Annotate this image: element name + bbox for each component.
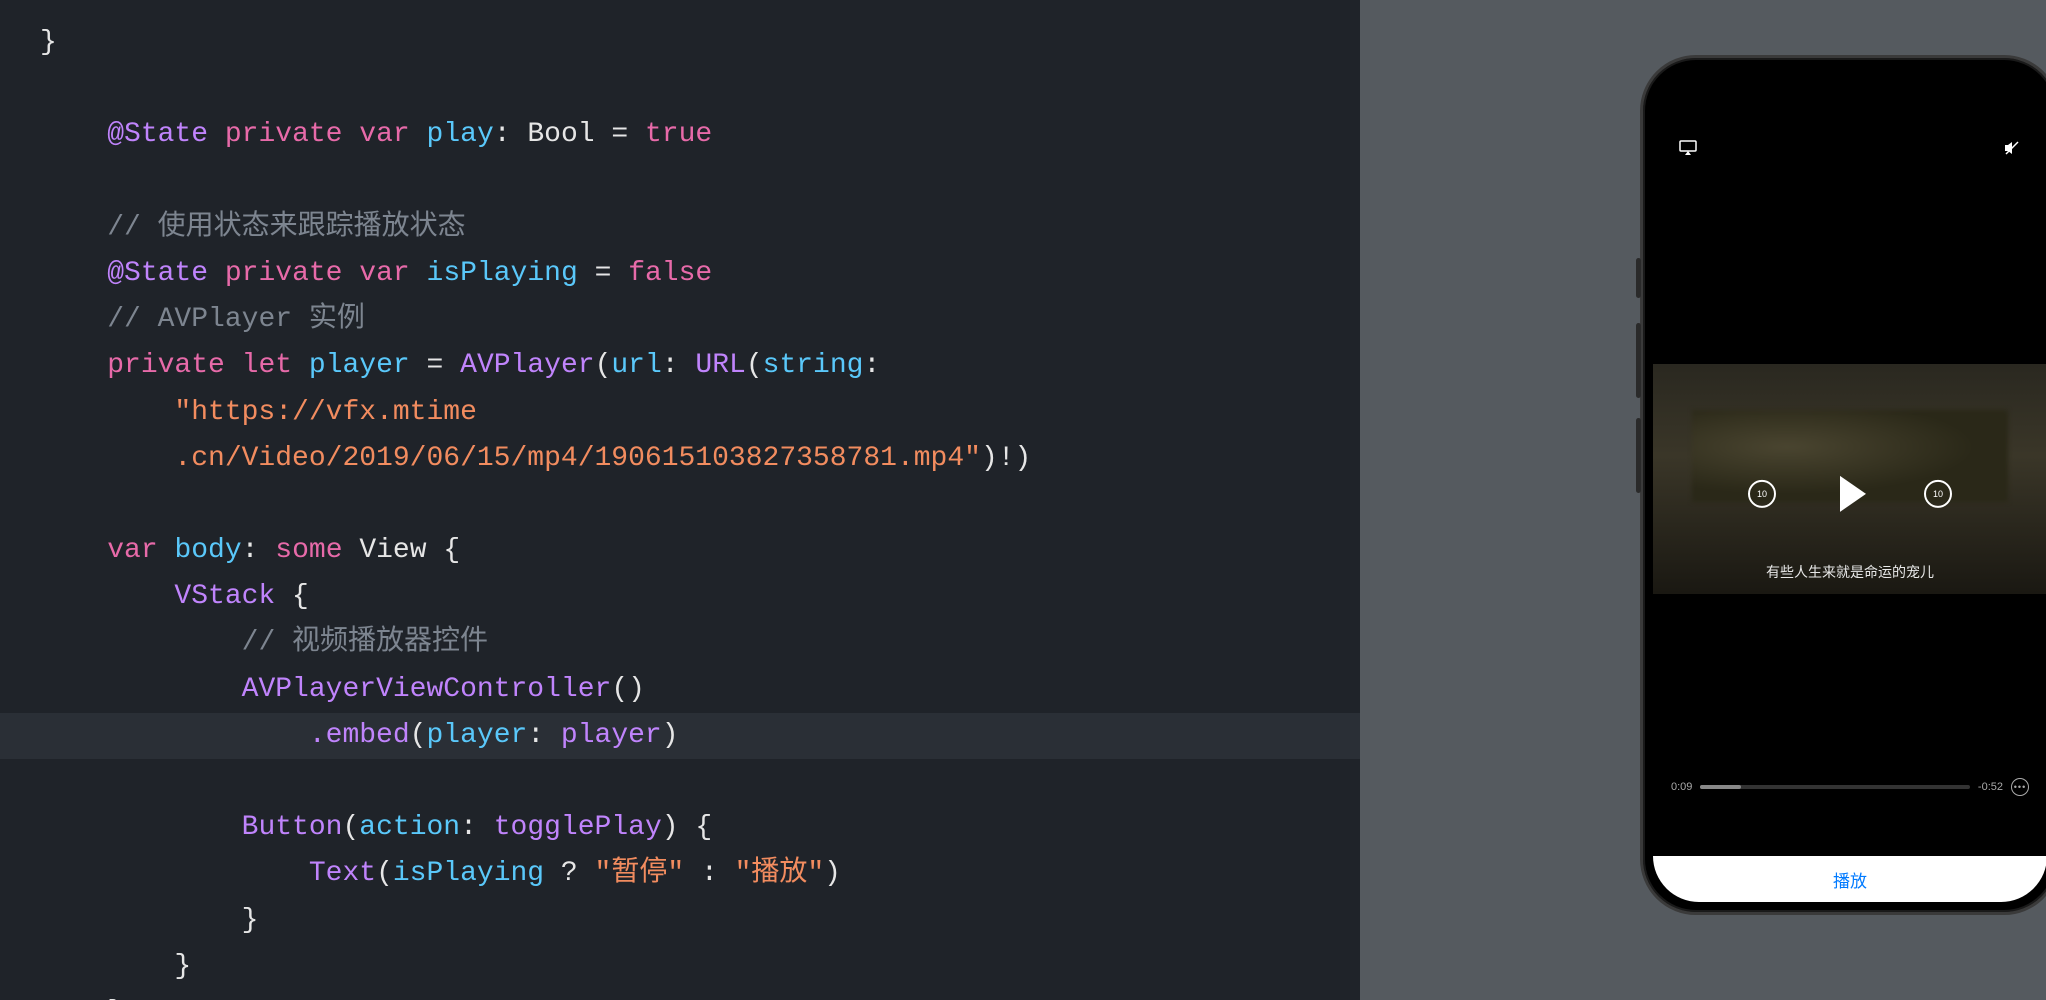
keyword-some: some bbox=[275, 535, 342, 566]
highlighted-line: .embed(player: player) bbox=[0, 713, 1360, 759]
arg-player: player bbox=[561, 720, 662, 751]
code-editor[interactable]: } @State private var play: Bool = true /… bbox=[0, 0, 1360, 1000]
volume-down-button bbox=[1636, 418, 1641, 493]
bool-false: false bbox=[628, 258, 712, 289]
phone-screen: 有些人生来就是命运的宠儿 10 10 0:09 -0:52 ••• 播放 bbox=[1653, 68, 2046, 902]
var-body: body bbox=[174, 535, 241, 566]
var-isplaying-ref: isPlaying bbox=[393, 858, 544, 889]
play-button[interactable] bbox=[1840, 475, 1866, 511]
comment: // 使用状态来跟踪播放状态 bbox=[107, 212, 465, 243]
call-url: URL bbox=[695, 350, 745, 381]
phone-mockup: 有些人生来就是命运的宠儿 10 10 0:09 -0:52 ••• 播放 bbox=[1640, 55, 2046, 915]
call-avplayer: AVPlayer bbox=[460, 350, 594, 381]
time-current: 0:09 bbox=[1671, 781, 1692, 793]
comment: // 视频播放器控件 bbox=[242, 627, 488, 658]
param-player: player bbox=[426, 720, 527, 751]
var-player: player bbox=[309, 350, 410, 381]
type-bool: Bool bbox=[527, 119, 594, 150]
keyword-private: private bbox=[225, 119, 343, 150]
more-icon[interactable]: ••• bbox=[2011, 778, 2029, 796]
decorator: @State bbox=[107, 119, 208, 150]
var-play: play bbox=[427, 119, 494, 150]
time-remaining: -0:52 bbox=[1978, 781, 2003, 793]
call-embed: .embed bbox=[309, 720, 410, 751]
keyword-private: private bbox=[107, 350, 225, 381]
preview-panel: 有些人生来就是命运的宠儿 10 10 0:09 -0:52 ••• 播放 bbox=[1360, 0, 2046, 1000]
keyword-let: let bbox=[242, 350, 292, 381]
param-string: string bbox=[763, 350, 864, 381]
call-button: Button bbox=[242, 812, 343, 843]
string-literal: "https://vfx.mtime bbox=[174, 397, 476, 428]
decorator: @State bbox=[107, 258, 208, 289]
video-player[interactable]: 有些人生来就是命运的宠儿 10 10 0:09 -0:52 ••• bbox=[1653, 161, 2046, 856]
rewind-10-button[interactable]: 10 bbox=[1748, 479, 1776, 507]
scrubber-progress bbox=[1700, 785, 1740, 789]
string-literal: .cn/Video/2019/06/15/mp4/190615103827358… bbox=[174, 443, 981, 474]
bool-true: true bbox=[645, 119, 712, 150]
comment: // AVPlayer 实例 bbox=[107, 304, 365, 335]
string-pause: "暂停" bbox=[595, 858, 685, 889]
volume-up-button bbox=[1636, 323, 1641, 398]
forward-10-button[interactable]: 10 bbox=[1924, 479, 1952, 507]
mute-switch bbox=[1636, 258, 1641, 298]
call-text: Text bbox=[309, 858, 376, 889]
keyword-var: var bbox=[359, 258, 409, 289]
type-view: View bbox=[359, 535, 426, 566]
param-url: url bbox=[611, 350, 661, 381]
mute-icon[interactable] bbox=[2003, 140, 2021, 161]
keyword-private: private bbox=[225, 258, 343, 289]
call-avpvc: AVPlayerViewController bbox=[242, 674, 612, 705]
func-toggleplay: togglePlay bbox=[494, 812, 662, 843]
play-toggle-button[interactable]: 播放 bbox=[1653, 856, 2046, 902]
airplay-icon[interactable] bbox=[1679, 140, 1697, 161]
var-isplaying: isPlaying bbox=[427, 258, 578, 289]
param-action: action bbox=[359, 812, 460, 843]
scrubber-track[interactable] bbox=[1700, 785, 1970, 789]
keyword-var: var bbox=[359, 119, 409, 150]
subtitle-text: 有些人生来就是命运的宠儿 bbox=[1653, 562, 2046, 582]
status-bar bbox=[1653, 68, 2046, 118]
brace: } bbox=[40, 27, 57, 58]
call-vstack: VStack bbox=[174, 581, 275, 612]
keyword-var: var bbox=[107, 535, 157, 566]
string-play: "播放" bbox=[735, 858, 825, 889]
